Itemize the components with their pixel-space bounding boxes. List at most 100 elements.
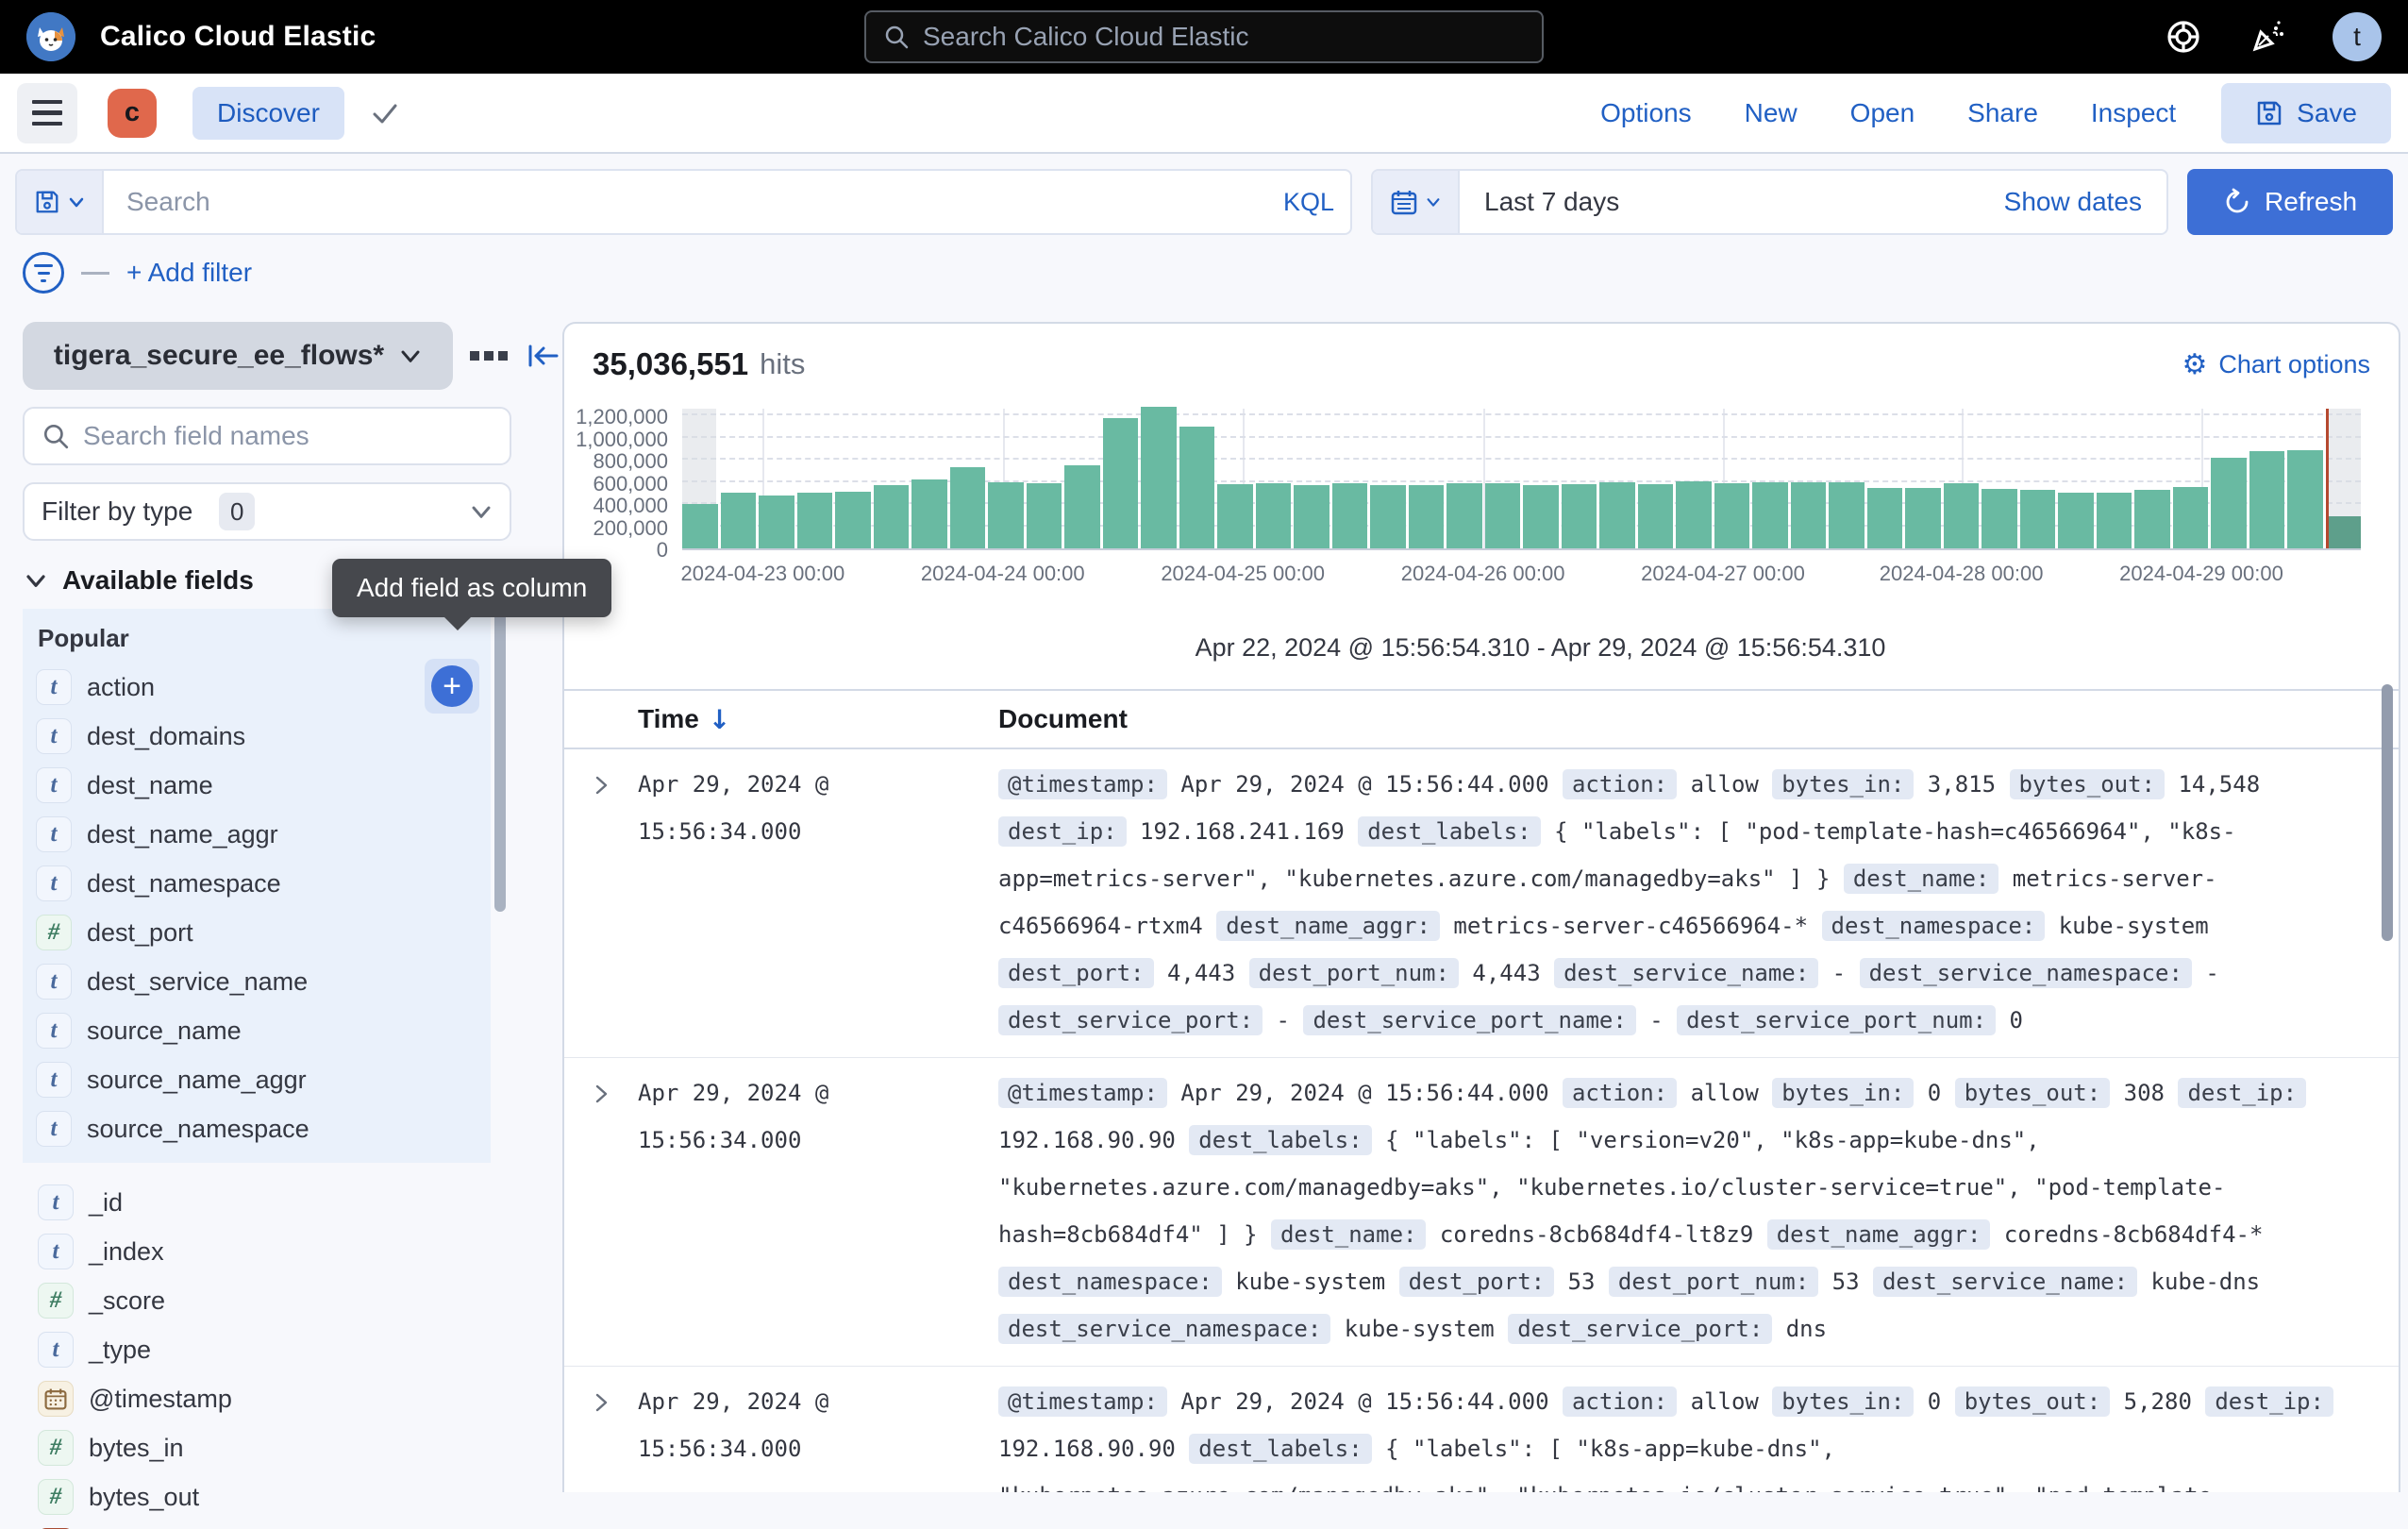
- histogram-bar[interactable]: [950, 467, 986, 548]
- field-item-_score[interactable]: #_score: [23, 1276, 562, 1325]
- histogram-bar[interactable]: [1638, 484, 1674, 548]
- histogram-bar[interactable]: [1905, 488, 1941, 548]
- field-item-action[interactable]: taction+: [23, 663, 491, 712]
- field-item-source_namespace[interactable]: tsource_namespace: [23, 1104, 491, 1153]
- time-range-value[interactable]: Last 7 days: [1460, 171, 1980, 233]
- toolbar-link-share[interactable]: Share: [1967, 98, 2038, 128]
- field-item-dest_port[interactable]: #dest_port: [23, 908, 491, 957]
- toolbar-link-new[interactable]: New: [1745, 98, 1798, 128]
- filter-set-icon[interactable]: [23, 252, 64, 294]
- histogram-bar[interactable]: [2211, 458, 2247, 548]
- expand-row-button[interactable]: [564, 761, 638, 1044]
- histogram-bar[interactable]: [2326, 516, 2362, 548]
- query-input[interactable]: [104, 171, 1267, 233]
- field-item-dest_name_aggr[interactable]: tdest_name_aggr: [23, 810, 491, 859]
- expand-row-button[interactable]: [564, 1069, 638, 1353]
- space-badge[interactable]: c: [108, 89, 157, 138]
- field-item-_index[interactable]: t_index: [23, 1227, 562, 1276]
- whats-new-icon[interactable]: [2248, 17, 2287, 57]
- histogram-bar[interactable]: [1485, 483, 1521, 548]
- add-filter-button[interactable]: + Add filter: [126, 258, 252, 288]
- histogram-bar[interactable]: [988, 482, 1024, 548]
- sidebar-scrollbar[interactable]: [494, 610, 506, 912]
- field-item-source_name_aggr[interactable]: tsource_name_aggr: [23, 1055, 491, 1104]
- field-item-_type[interactable]: t_type: [23, 1325, 562, 1374]
- field-item-@timestamp[interactable]: @timestamp: [23, 1374, 562, 1423]
- histogram-bar[interactable]: [911, 479, 947, 548]
- histogram-bar[interactable]: [1064, 465, 1100, 548]
- histogram-bar[interactable]: [1752, 482, 1788, 548]
- field-item-bytes_out[interactable]: #bytes_out: [23, 1472, 562, 1521]
- histogram-bar[interactable]: [797, 493, 833, 548]
- histogram-bar[interactable]: [1982, 489, 2017, 548]
- help-icon[interactable]: [2165, 18, 2202, 56]
- histogram-bar[interactable]: [1409, 485, 1445, 548]
- index-pattern-selector[interactable]: tigera_secure_ee_flows*: [23, 322, 453, 390]
- histogram-bar[interactable]: [1256, 483, 1292, 548]
- histogram-bar[interactable]: [2058, 493, 2094, 548]
- chart-options-button[interactable]: ⚙ Chart options: [2182, 348, 2371, 381]
- saved-query-menu-button[interactable]: [17, 171, 104, 233]
- user-avatar[interactable]: t: [2333, 12, 2382, 61]
- histogram-bar[interactable]: [682, 504, 718, 548]
- histogram-plot-area[interactable]: [682, 409, 2361, 550]
- field-item-source_name[interactable]: tsource_name: [23, 1006, 491, 1055]
- histogram-bar[interactable]: [1944, 483, 1980, 548]
- toolbar-link-inspect[interactable]: Inspect: [2091, 98, 2176, 128]
- histogram-bar[interactable]: [1141, 407, 1177, 548]
- histogram-bar[interactable]: [1027, 483, 1062, 548]
- save-button[interactable]: Save: [2221, 83, 2391, 143]
- field-item-dest_domains[interactable]: tdest_domains: [23, 712, 491, 761]
- show-dates-button[interactable]: Show dates: [1980, 171, 2166, 233]
- field-item-dest_namespace[interactable]: tdest_namespace: [23, 859, 491, 908]
- field-item-dest_service_name[interactable]: tdest_service_name: [23, 957, 491, 1006]
- field-display-options-icon[interactable]: [470, 351, 508, 361]
- histogram-bar[interactable]: [1599, 482, 1635, 548]
- toolbar-link-options[interactable]: Options: [1600, 98, 1692, 128]
- global-search-input[interactable]: [923, 22, 1525, 52]
- add-field-as-column-button[interactable]: +: [425, 659, 479, 714]
- field-search-input[interactable]: [83, 421, 493, 451]
- histogram-bar[interactable]: [1103, 418, 1139, 548]
- histogram-bar[interactable]: [1714, 483, 1750, 548]
- collapse-sidebar-icon[interactable]: [525, 340, 562, 372]
- histogram-bar[interactable]: [1446, 483, 1482, 548]
- global-search[interactable]: [864, 10, 1544, 63]
- histogram-bar[interactable]: [2287, 450, 2323, 548]
- histogram-bar[interactable]: [1829, 482, 1865, 548]
- histogram-bar[interactable]: [1332, 483, 1368, 548]
- field-item-dest_name[interactable]: tdest_name: [23, 761, 491, 810]
- calico-cat-logo-icon[interactable]: [26, 12, 75, 61]
- kql-language-button[interactable]: KQL: [1267, 171, 1350, 233]
- histogram-bar[interactable]: [759, 496, 794, 548]
- field-item-_id[interactable]: t_id: [23, 1178, 562, 1227]
- breadcrumb[interactable]: Discover: [192, 87, 344, 140]
- histogram-bar[interactable]: [1676, 481, 1712, 548]
- histogram-bar[interactable]: [721, 493, 757, 548]
- histogram-bar[interactable]: [2097, 493, 2132, 548]
- refresh-button[interactable]: Refresh: [2187, 169, 2393, 235]
- histogram-bar[interactable]: [2020, 490, 2056, 548]
- histogram-bar[interactable]: [874, 485, 910, 548]
- histogram-bar[interactable]: [1791, 482, 1827, 548]
- histogram-bar[interactable]: [1523, 485, 1559, 548]
- histogram-bar[interactable]: [2173, 487, 2209, 548]
- expand-row-button[interactable]: [564, 1378, 638, 1492]
- filter-by-type[interactable]: Filter by type 0: [23, 482, 511, 541]
- histogram-bar[interactable]: [2249, 451, 2285, 548]
- histogram-bar[interactable]: [2134, 490, 2170, 548]
- histogram-bar[interactable]: [1370, 485, 1406, 548]
- field-item-dest_ip[interactable]: IPdest_ip: [23, 1521, 562, 1529]
- table-scrollbar[interactable]: [2382, 684, 2393, 941]
- histogram-bar[interactable]: [1867, 488, 1903, 548]
- field-item-bytes_in[interactable]: #bytes_in: [23, 1423, 562, 1472]
- histogram-bar[interactable]: [835, 492, 871, 548]
- histogram-bar[interactable]: [1562, 484, 1597, 548]
- histogram-bar[interactable]: [1179, 427, 1215, 548]
- toolbar-link-open[interactable]: Open: [1850, 98, 1915, 128]
- calendar-icon[interactable]: [1373, 171, 1460, 233]
- histogram-bar[interactable]: [1217, 484, 1253, 548]
- time-column-header[interactable]: Time ↓: [638, 704, 998, 735]
- menu-icon[interactable]: [17, 83, 77, 143]
- histogram-bar[interactable]: [1294, 485, 1329, 548]
